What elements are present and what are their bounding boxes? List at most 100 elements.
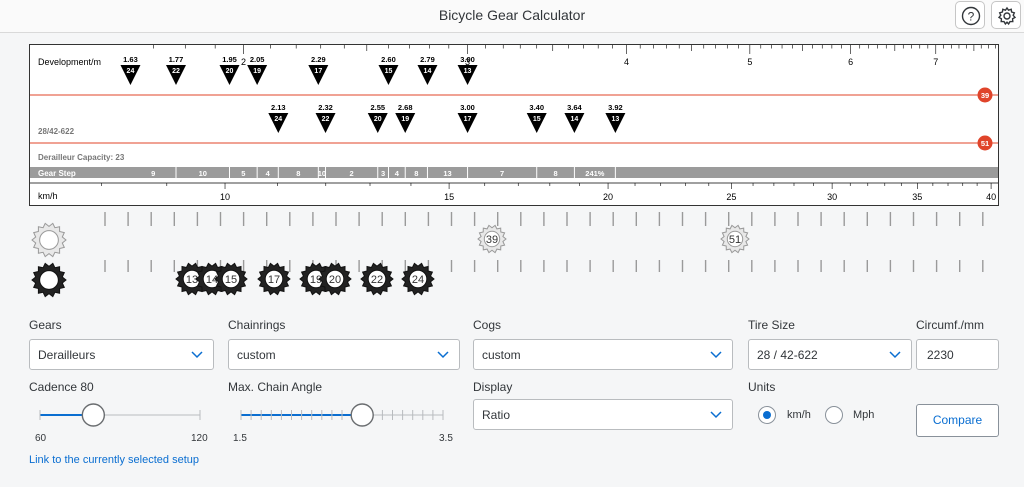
svg-text:13: 13 [186,274,198,286]
cog-22-icon[interactable]: 22 [360,262,394,296]
svg-text:14: 14 [571,116,579,123]
gear-marker[interactable]: 3.92 13 [605,103,626,133]
development-chart-svg: Development/m 2 3 4 5 6 7 8 9 10 1.63 24 1.77 22 1.9… [30,45,998,202]
svg-text:1.95: 1.95 [222,55,237,64]
bottom-axis-tick: 25 [726,192,736,202]
cadence-max: 120 [191,433,208,444]
chevron-down-icon [710,351,722,359]
svg-text:13: 13 [464,68,472,75]
svg-text:15: 15 [533,116,541,123]
top-axis-tick: 4 [624,57,629,67]
gears-label: Gears [29,318,62,332]
development-chart: Development/m 2 3 4 5 6 7 8 9 10 1.63 24 1.77 22 1.9… [29,44,999,206]
gears-select[interactable]: Derailleurs [29,339,214,370]
help-button[interactable]: ? [955,1,985,29]
gear-marker[interactable]: 1.95 20 [219,55,240,85]
svg-text:15: 15 [225,274,237,286]
gear-marker[interactable]: 2.79 14 [417,55,438,85]
gear-step-value: 3 [381,169,385,178]
gear-marker[interactable]: 2.29 17 [308,55,329,85]
circumference-input[interactable] [925,347,999,363]
chainrings-label: Chainrings [228,318,286,332]
top-axis-label: Development/m [38,57,101,67]
bottom-axis-tick: 20 [603,192,613,202]
gear-marker[interactable]: 2.55 20 [367,103,388,133]
settings-button[interactable] [991,1,1021,29]
svg-text:15: 15 [385,68,393,75]
units-label: Units [748,380,776,394]
cogs-select[interactable]: custom [473,339,733,370]
slider-handle[interactable] [81,403,106,427]
gear-marker[interactable]: 1.77 22 [165,55,186,85]
cog-24-icon[interactable]: 24 [401,262,435,296]
gear-step-value: 2 [350,169,354,178]
gear-marker[interactable]: 2.60 15 [378,55,399,85]
chain-angle-label: Max. Chain Angle [228,380,323,394]
svg-text:19: 19 [401,116,409,123]
chain-angle-slider[interactable] [236,401,451,431]
gear-marker[interactable]: 3.40 15 [526,103,547,133]
bottom-axis-tick: 40 [986,192,996,202]
chevron-down-icon [710,411,722,419]
display-label: Display [473,380,513,394]
top-axis-tick: 7 [933,57,938,67]
cogs-label: Cogs [473,318,502,332]
cadence-min: 60 [35,433,47,444]
display-select-value: Ratio [482,408,511,422]
svg-text:2.79: 2.79 [420,55,435,64]
svg-text:1.77: 1.77 [169,55,184,64]
chevron-down-icon [437,351,449,359]
svg-text:3.00: 3.00 [460,103,475,112]
svg-text:?: ? [968,10,975,24]
app-title: Bicycle Gear Calculator [438,7,586,23]
gear-marker[interactable]: 3.00 13 [457,55,478,85]
svg-text:3.92: 3.92 [608,103,623,112]
svg-text:24: 24 [412,274,424,286]
svg-text:2.32: 2.32 [318,103,333,112]
question-circle-icon: ? [961,6,981,26]
cogs-select-value: custom [482,348,521,362]
top-axis-tick: 5 [747,57,752,67]
tire-size-select-value: 28 / 42-622 [757,348,818,362]
title-bar: Bicycle Gear Calculator ? [0,0,1024,33]
gear-step-value: 8 [553,169,557,178]
gear-step-value: 241% [585,169,605,178]
tire-size-select[interactable]: 28 / 42-622 [748,339,912,370]
gear-visual[interactable]: 39 5113 14 15 17 19 20 22 24 [29,210,1004,300]
chainring-51-icon[interactable]: 51 [720,224,750,254]
setup-link[interactable]: Link to the currently selected setup [29,454,199,466]
svg-text:39: 39 [981,91,989,100]
gear-marker[interactable]: 3.00 17 [457,103,478,133]
bottom-axis-tick: 15 [444,192,454,202]
svg-text:2.05: 2.05 [250,55,265,64]
slider-handle[interactable] [350,403,374,427]
gear-marker[interactable]: 2.13 24 [268,103,289,133]
bottom-axis-tick: 35 [912,192,922,202]
cadence-label: Cadence 80 [29,380,94,394]
display-select[interactable]: Ratio [473,399,733,430]
cassette-icon[interactable] [31,262,67,298]
compare-button[interactable]: Compare [916,404,999,437]
gear-step-value: 8 [414,169,418,178]
circumference-field[interactable] [916,339,999,370]
unit-kmh-radio[interactable] [758,406,776,424]
gear-marker[interactable]: 2.68 19 [395,103,416,133]
chainring-icon[interactable] [31,222,67,258]
gear-marker[interactable]: 2.05 19 [247,55,268,85]
chainring-39-icon[interactable]: 39 [477,224,507,254]
svg-text:51: 51 [729,234,741,246]
bottom-axis-tick: 30 [827,192,837,202]
cadence-slider[interactable] [35,401,205,431]
svg-text:20: 20 [374,116,382,123]
cog-17-icon[interactable]: 17 [257,262,291,296]
svg-text:2.68: 2.68 [398,103,413,112]
chainrings-select-value: custom [237,348,276,362]
chainrings-select[interactable]: custom [228,339,460,370]
gear-step-value: 5 [241,169,245,178]
gear-marker[interactable]: 3.64 14 [564,103,585,133]
svg-text:1.63: 1.63 [123,55,138,64]
gear-marker[interactable]: 2.32 22 [315,103,336,133]
gear-marker[interactable]: 1.63 24 [120,55,141,85]
unit-mph-radio[interactable] [825,406,843,424]
bottom-axis-tick: 10 [220,192,230,202]
